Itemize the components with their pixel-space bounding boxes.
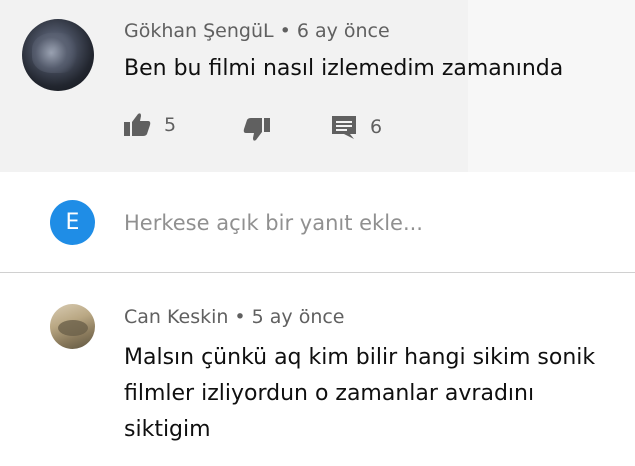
comment-author[interactable]: Can Keskin [124,306,228,328]
avatar-gokhan[interactable] [22,19,94,91]
meta-separator: • [279,20,291,42]
divider [0,272,635,273]
like-button[interactable]: 5 [122,112,176,138]
thumbs-up-icon [122,112,152,138]
avatar-can[interactable] [50,304,95,349]
like-count: 5 [164,114,177,136]
comment-meta: Can Keskin • 5 ay önce [124,306,345,328]
comment-text: Ben bu filmi nasıl izlemedim zamanında [124,56,564,81]
comment-author[interactable]: Gökhan ŞengüL [124,20,274,42]
comment-time[interactable]: 5 ay önce [252,306,345,328]
comment-time[interactable]: 6 ay önce [297,20,390,42]
avatar-image-shape [58,320,88,336]
meta-separator: • [234,306,246,328]
comment-meta: Gökhan ŞengüL • 6 ay önce [124,20,390,42]
dislike-button[interactable] [242,116,272,142]
comment-text: Malsın çünkü aq kim bilir hangi sikim so… [124,345,596,442]
reply-input[interactable] [124,208,604,238]
reply-button[interactable]: 6 [330,114,382,140]
reply-count: 6 [370,116,383,138]
thumbs-down-icon [242,116,272,142]
avatar-image-shade [32,33,80,73]
comment-background-strip [468,0,635,172]
comment-icon [330,114,358,140]
user-avatar[interactable]: E [50,200,95,245]
